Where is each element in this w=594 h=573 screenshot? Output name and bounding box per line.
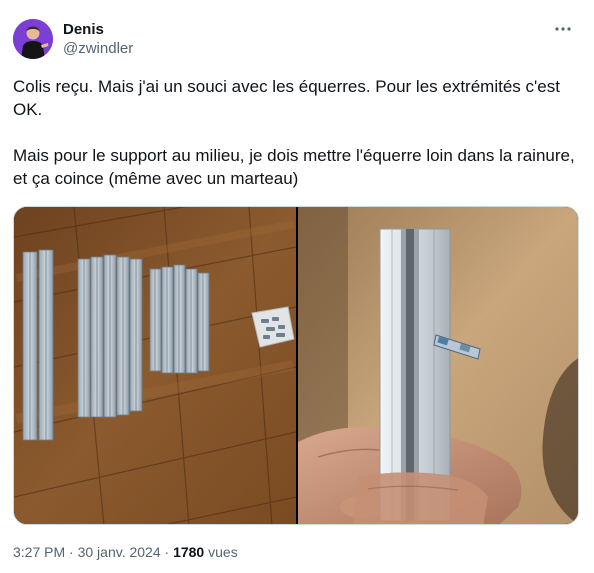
tweet-time[interactable]: 3:27 PM xyxy=(13,544,65,560)
tweet-meta: 3:27 PM · 30 janv. 2024 · 1780 vues xyxy=(13,543,238,561)
author-handle[interactable]: @zwindler xyxy=(63,39,133,59)
more-horizontal-icon xyxy=(555,27,571,31)
tweet-date[interactable]: 30 janv. 2024 xyxy=(78,544,161,560)
bracket-in-profile-image xyxy=(298,207,578,524)
tweet-header: Denis @zwindler xyxy=(13,19,581,61)
meta-separator: · xyxy=(164,544,170,560)
photo-bracket-in-profile[interactable] xyxy=(298,207,578,524)
tweet-media xyxy=(13,206,579,525)
tweet-card: Denis @zwindler Colis reçu. Mais j'ai un… xyxy=(0,0,594,573)
views-count: 1780 xyxy=(173,544,205,560)
tweet-text: Colis reçu. Mais j'ai un souci avec les … xyxy=(13,75,581,190)
avatar[interactable] xyxy=(13,19,53,59)
tweet-paragraph-1: Colis reçu. Mais j'ai un souci avec les … xyxy=(13,77,565,119)
meta-separator: · xyxy=(69,544,74,560)
more-options-button[interactable] xyxy=(551,19,575,39)
author-display-name[interactable]: Denis xyxy=(63,21,133,39)
profiles-on-floor-image xyxy=(14,207,297,524)
photo-profiles-on-floor[interactable] xyxy=(14,207,297,524)
user-avatar-icon xyxy=(13,19,53,59)
tweet-paragraph-2: Mais pour le support au milieu, je dois … xyxy=(13,146,580,188)
author-names: Denis @zwindler xyxy=(63,21,133,59)
views-label: vues xyxy=(208,544,238,560)
